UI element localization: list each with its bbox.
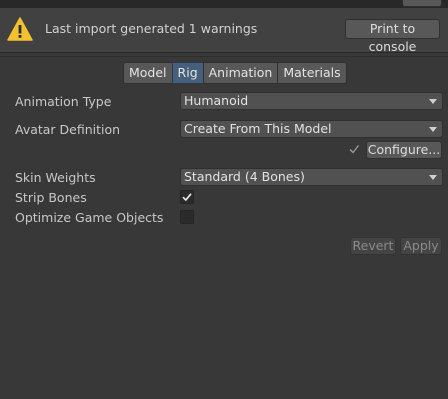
skin-weights-label: Skin Weights: [15, 170, 96, 185]
checkmark-icon: [182, 193, 192, 202]
checkmark-icon: [349, 145, 360, 154]
tab-rig[interactable]: Rig: [171, 62, 204, 84]
skin-weights-value: Standard (4 Bones): [184, 169, 305, 184]
dropdown-arrow-icon: [429, 99, 437, 104]
print-to-console-button[interactable]: Print to console: [345, 19, 440, 54]
tab-model[interactable]: Model: [123, 62, 173, 84]
optimize-game-objects-checkbox[interactable]: [180, 210, 194, 224]
importer-tabs: Model Rig Animation Materials: [123, 62, 347, 84]
animation-type-dropdown[interactable]: Humanoid: [180, 92, 443, 110]
revert-button[interactable]: Revert: [350, 237, 396, 255]
strip-bones-checkbox[interactable]: [180, 190, 194, 204]
skin-weights-dropdown[interactable]: Standard (4 Bones): [180, 168, 443, 186]
apply-button[interactable]: Apply: [400, 237, 442, 255]
warning-icon: [7, 17, 33, 41]
strip-bones-label: Strip Bones: [15, 190, 87, 205]
avatar-definition-dropdown[interactable]: Create From This Model: [180, 120, 443, 138]
dropdown-arrow-icon: [429, 127, 437, 132]
avatar-definition-label: Avatar Definition: [15, 122, 121, 137]
tab-materials[interactable]: Materials: [277, 62, 347, 84]
animation-type-value: Humanoid: [184, 93, 249, 108]
dropdown-arrow-icon: [429, 175, 437, 180]
configure-button[interactable]: Configure...: [366, 141, 442, 159]
header-button[interactable]: [402, 0, 442, 7]
optimize-game-objects-label: Optimize Game Objects: [15, 210, 164, 225]
top-strip: [0, 0, 448, 8]
avatar-definition-value: Create From This Model: [184, 121, 332, 136]
tab-animation[interactable]: Animation: [202, 62, 279, 84]
divider: [0, 56, 448, 57]
warning-message: Last import generated 1 warnings: [45, 21, 258, 36]
animation-type-label: Animation Type: [15, 94, 112, 109]
